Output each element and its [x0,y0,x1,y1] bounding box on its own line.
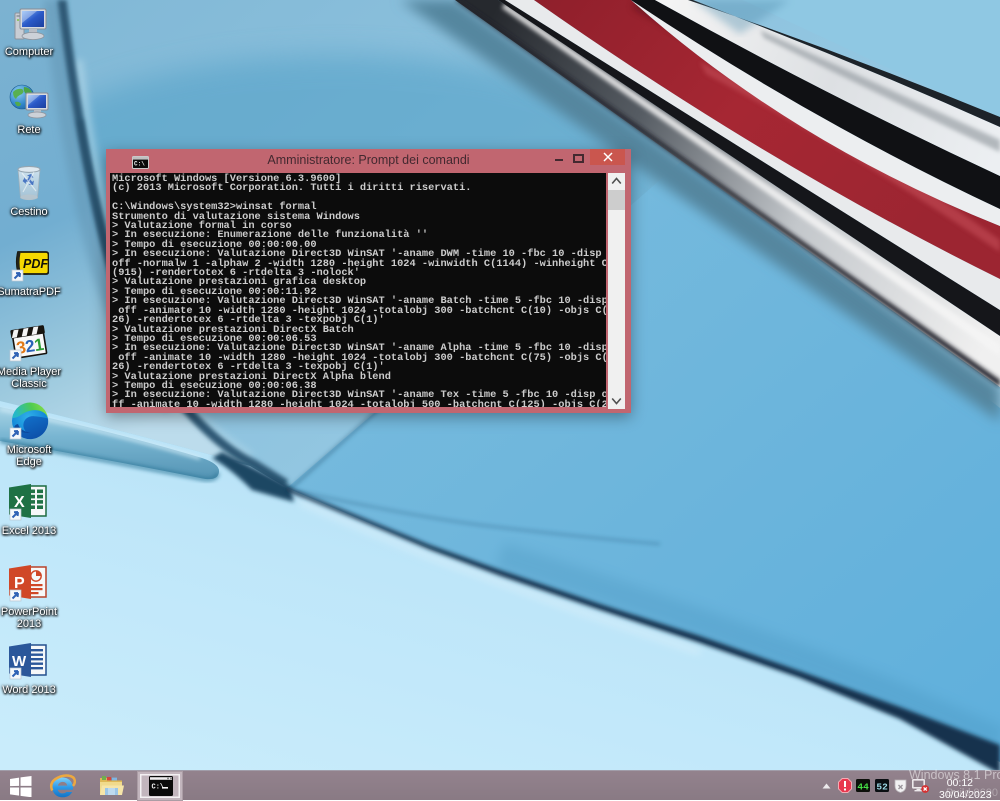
svg-text:X: X [14,494,25,511]
svg-text:44: 44 [857,782,869,793]
svg-text:W: W [12,653,27,670]
svg-text:PDF: PDF [23,257,48,271]
svg-text:P: P [14,575,25,592]
